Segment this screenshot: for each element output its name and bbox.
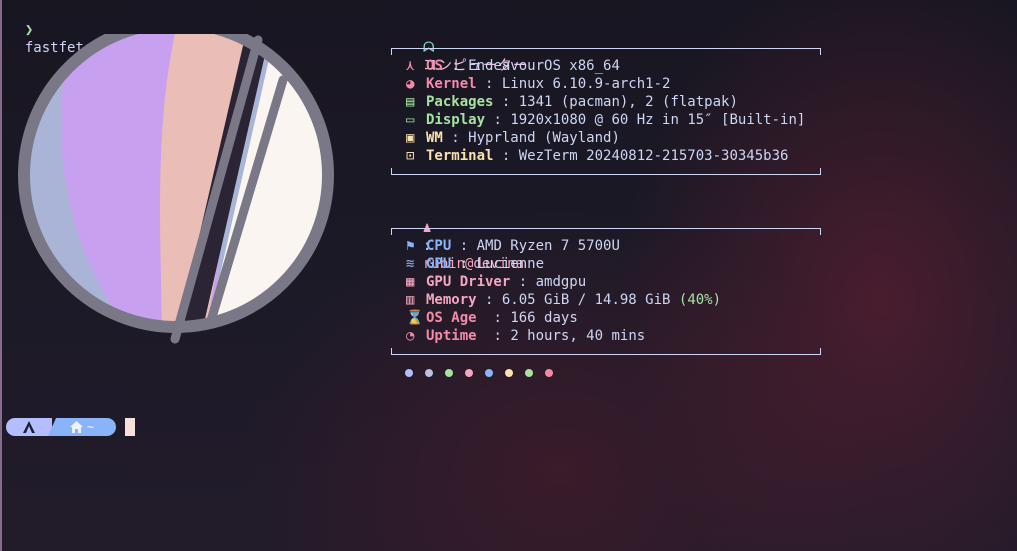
info-key: Uptime [426,328,486,344]
kernel-icon: ◕ [406,76,415,92]
palette-dot [545,369,553,377]
info-value: 1920x1080 @ 60 Hz in 15″ [Built-in] [510,112,806,128]
memory-icon: ▥ [406,292,415,308]
info-key: OS Age [426,310,486,326]
info-row-os-age: ⌛ OS Age : 166 days [406,310,578,326]
info-row-packages: ▤ Packages : 1341 (pacman), 2 (flatpak) [406,94,738,110]
endeavouros-icon: ⋏ [406,58,415,74]
palette-dot [525,369,533,377]
hardware-box-bottom [391,348,821,355]
hardware-box-top [391,228,821,235]
palette-dot [465,369,473,377]
info-value: Lucienne [476,256,545,272]
info-key: WM [426,130,443,146]
prompt-dir: ~ [86,420,95,434]
info-value: 2 hours, 40 mins [510,328,646,344]
info-row-kernel: ◕ Kernel : Linux 6.10.9-arch1-2 [406,76,671,92]
info-value: Linux 6.10.9-arch1-2 [501,76,671,92]
home-icon [69,421,83,433]
monitor-icon: ▭ [406,112,415,128]
info-key: Kernel [426,76,477,92]
window-icon: ▣ [406,130,415,146]
shell-prompt: ~ [6,418,116,436]
prompt-dir-segment: ~ [48,418,116,436]
command-line: ❯ fastfetch [8,3,101,56]
info-row-gpu-driver: ▦ GPU Driver : amdgpu [406,274,587,290]
palette-dot [445,369,453,377]
hourglass-icon: ⌛ [406,310,424,326]
system-box-top [391,48,821,55]
window-left-border [0,0,2,551]
info-value: 6.05 GiB / 14.98 GiB [501,292,671,308]
text-cursor [125,418,135,436]
arch-icon [23,421,35,433]
info-key: OS [426,58,443,74]
system-box-bottom [391,168,821,175]
info-value: 166 days [510,310,578,326]
uptime-icon: ◔ [406,328,415,344]
palette-dot [505,369,513,377]
header-line: ᗣ コンピューター [404,21,528,74]
terminal-icon: ⊡ [406,148,415,164]
info-key: GPU [426,256,452,272]
cpu-icon: ⚑ [406,238,415,254]
info-value: WezTerm 20240812-215703-30345b36 [518,148,789,164]
info-key: Display [426,112,486,128]
info-value: amdgpu [535,274,587,290]
info-row-cpu: ⚑ CPU : AMD Ryzen 7 5700U [406,238,620,254]
info-key: Terminal [426,148,494,164]
info-row-wm: ▣ WM : Hyprland (Wayland) [406,130,620,146]
info-row-os: ⋏ OS : EndeavourOS x86_64 [406,58,620,74]
user-line: ♟ : rubin@devina [422,220,525,272]
palette-dot [425,369,433,377]
prompt-os-segment [6,418,52,436]
gpu-driver-icon: ▦ [406,274,415,290]
info-row-uptime: ◔ Uptime : 2 hours, 40 mins [406,328,646,344]
package-icon: ▤ [406,94,415,110]
info-key: GPU Driver [426,274,511,290]
info-key: Packages [426,94,494,110]
info-key: CPU [426,238,452,254]
palette-dot [405,369,413,377]
palette-dot [485,369,493,377]
info-value: Hyprland (Wayland) [468,130,620,146]
info-row-memory: ▥ Memory : 6.05 GiB / 14.98 GiB (40%) [406,292,722,308]
info-key: Memory [426,292,477,308]
color-palette [405,369,553,377]
info-row-display: ▭ Display : 1920x1080 @ 60 Hz in 15″ [Bui… [406,112,806,128]
info-value: EndeavourOS x86_64 [468,58,620,74]
gpu-icon: ≋ [406,256,415,272]
info-row-terminal: ⊡ Terminal : WezTerm 20240812-215703-3034… [406,148,789,164]
info-value: AMD Ryzen 7 5700U [476,238,620,254]
info-row-gpu: ≋ GPU : Lucienne [406,256,545,272]
endeavouros-logo [18,34,334,344]
memory-percent: (40%) [678,292,722,308]
info-value: 1341 (pacman), 2 (flatpak) [518,94,738,110]
